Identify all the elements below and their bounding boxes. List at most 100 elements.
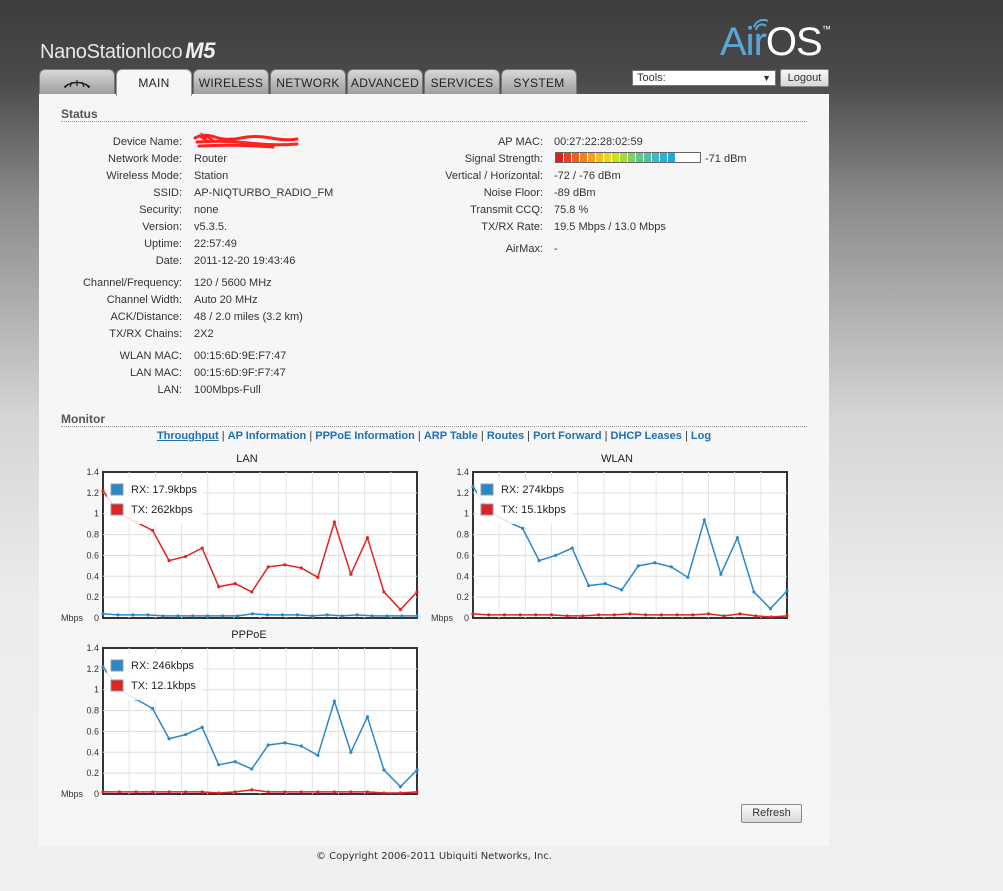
data-point <box>549 613 554 617</box>
data-point <box>415 614 419 618</box>
tab-services[interactable]: SERVICES <box>424 69 500 95</box>
data-point <box>644 613 648 617</box>
monitor-link-log[interactable]: Log <box>691 430 711 442</box>
legend-label: RX: 17.9kbps <box>131 484 198 496</box>
monitor-link-dhcp-leases[interactable]: DHCP Leases <box>611 430 682 442</box>
link-separator: | <box>524 430 534 442</box>
status-label: TX/RX Chains: <box>109 328 182 340</box>
data-point <box>628 612 632 616</box>
data-point <box>612 613 616 617</box>
tab-ubiquiti-home[interactable] <box>39 69 115 95</box>
dropdown-arrow-icon: ▼ <box>762 73 771 83</box>
data-point <box>206 614 210 618</box>
link-separator: | <box>477 430 487 442</box>
status-divider <box>61 121 807 122</box>
tab-wireless[interactable]: WIRELESS <box>193 69 269 95</box>
status-value: none <box>194 204 219 216</box>
data-point <box>250 612 255 616</box>
status-value: 00:15:6D:9F:F7:47 <box>194 367 286 379</box>
monitor-link-routes[interactable]: Routes <box>487 430 524 442</box>
legend-swatch <box>110 679 124 692</box>
status-value: 120 / 5600 MHz <box>194 277 272 289</box>
monitor-link-arp-table[interactable]: ARP Table <box>424 430 478 442</box>
data-point <box>587 584 591 588</box>
status-label: Date: <box>155 255 182 267</box>
data-point <box>217 791 221 795</box>
y-tick-label: 0 <box>464 613 469 623</box>
data-point <box>167 559 171 563</box>
data-point <box>581 614 585 618</box>
tab-system[interactable]: SYSTEM <box>501 69 577 95</box>
signal-segment <box>668 153 676 162</box>
refresh-button[interactable]: Refresh <box>741 804 802 823</box>
copyright-footer: © Copyright 2006-2011 Ubiquiti Networks,… <box>316 851 552 862</box>
data-point <box>332 520 336 524</box>
signal-segment <box>628 153 636 162</box>
legend-label: TX: 12.1kbps <box>131 680 196 692</box>
y-tick-label: 1.2 <box>456 488 469 498</box>
logout-button[interactable]: Logout <box>780 69 829 87</box>
y-tick-label: 1 <box>94 509 99 519</box>
y-tick-label: 1 <box>94 685 99 695</box>
y-tick-label: 0.2 <box>86 768 99 778</box>
link-separator: | <box>218 430 228 442</box>
data-point <box>636 564 640 568</box>
status-label: Vertical / Horizontal: <box>445 170 543 182</box>
monitor-link-pppoe-information[interactable]: PPPoE Information <box>315 430 415 442</box>
data-point <box>398 608 403 612</box>
tab-network[interactable]: NETWORK <box>270 69 346 95</box>
data-point <box>620 588 624 592</box>
data-point <box>669 565 673 569</box>
signal-segment <box>612 153 620 162</box>
status-value: -71 dBm <box>705 153 747 165</box>
data-point <box>266 565 270 569</box>
chart-title-lan: LAN <box>236 453 258 465</box>
tab-main[interactable]: MAIN <box>116 69 192 96</box>
data-point <box>266 790 270 794</box>
data-point <box>365 715 370 719</box>
status-value: Router <box>194 153 228 165</box>
status-value: 100Mbps-Full <box>194 384 261 396</box>
tab-advanced[interactable]: ADVANCED <box>347 69 423 95</box>
signal-segment <box>604 153 612 162</box>
signal-segment <box>636 153 644 162</box>
data-point <box>299 566 303 570</box>
data-point <box>340 614 344 618</box>
monitor-link-ap-information[interactable]: AP Information <box>228 430 307 442</box>
signal-segment <box>572 153 580 162</box>
data-point <box>101 489 105 493</box>
data-point <box>502 613 506 617</box>
legend-swatch <box>480 483 494 496</box>
y-tick-label: 0.6 <box>86 550 99 560</box>
monitor-link-throughput[interactable]: Throughput <box>157 430 219 442</box>
monitor-link-port-forward[interactable]: Port Forward <box>533 430 601 442</box>
status-label: AirMax: <box>505 243 543 255</box>
status-value: AP-NIQTURBO_RADIO_FM <box>194 187 334 199</box>
data-point <box>266 743 270 747</box>
data-point <box>150 528 155 532</box>
data-point <box>167 737 171 741</box>
signal-segment <box>620 153 628 162</box>
data-point <box>332 699 336 703</box>
data-point <box>191 614 195 618</box>
status-value: 00:27:22:28:02:59 <box>554 136 643 148</box>
status-value: 75.8 % <box>554 204 589 216</box>
y-tick-label: 0.6 <box>456 550 469 560</box>
status-label: SSID: <box>153 187 182 199</box>
data-point <box>415 768 419 772</box>
signal-segment <box>660 153 668 162</box>
legend-swatch <box>480 503 494 516</box>
data-point <box>691 613 695 617</box>
data-point <box>768 607 773 611</box>
data-point <box>150 706 155 711</box>
y-tick-label: 1 <box>464 509 469 519</box>
wlan-throughput-chart: 0 0.2 0.4 0.6 0.8 1 1.2 1.4 Mbps RX: 274kbps TX: 1… <box>431 467 789 623</box>
data-point <box>101 665 105 669</box>
monitor-divider <box>61 426 807 427</box>
data-point <box>415 790 419 794</box>
status-value: 19.5 Mbps / 13.0 Mbps <box>554 221 666 233</box>
data-point <box>161 614 165 618</box>
legend-swatch <box>110 659 124 672</box>
ubiquiti-logo-icon <box>63 80 91 89</box>
tools-dropdown[interactable]: Tools: ▼ <box>632 70 776 86</box>
